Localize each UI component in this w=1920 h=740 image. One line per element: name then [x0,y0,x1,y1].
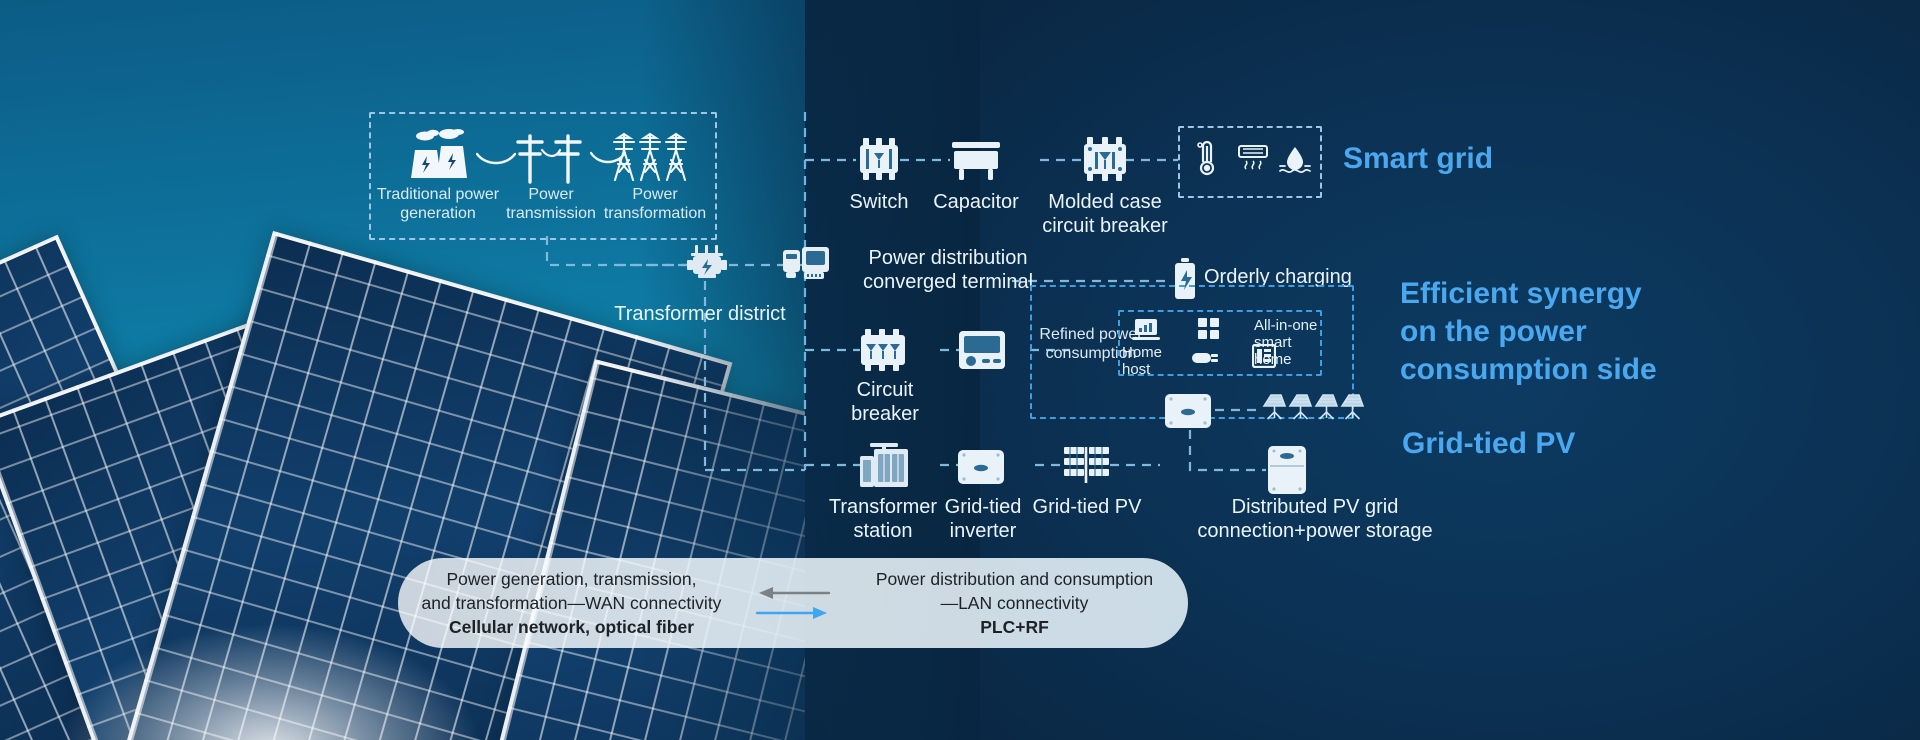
smart-grid-heading: Smart grid [1343,142,1494,175]
converged-terminal-label: Power distribution converged terminal [862,247,1034,293]
wan-item-label-0: Traditional power generation [376,186,500,222]
pv-module-icon [1063,445,1111,487]
circuit-breaker-icon [858,328,908,372]
caption-right: Power distribution and consumption —LAN … [841,567,1188,639]
laptop-chart-icon [1132,318,1160,342]
caption-left-line2: and transformation—WAN connectivity [421,593,722,613]
consumption-heading: Efficient synergy on the power consumpti… [1400,277,1657,386]
power-storage-icon [1266,444,1308,496]
distributed-pv-label: Distributed PV grid connection+power sto… [1197,496,1433,542]
utility-pole-icon [516,130,586,184]
plug-icon [1192,350,1224,366]
caption-left: Power generation, transmission, and tran… [398,567,745,639]
air-sensor-icon [1236,144,1270,176]
home-host-label: Home host [1122,344,1163,378]
panel-display-icon [1252,344,1276,368]
caption-left-line1: Power generation, transmission, [446,569,697,589]
pv-array-icon [1260,392,1364,432]
pv-item-label-2: Grid-tied PV [1032,496,1142,518]
wan-item-label-2: Power transformation [603,186,707,222]
transformer-station-icon [858,442,910,488]
caption-left-bold: Cellular network, optical fiber [448,617,695,637]
inverter-icon [1163,392,1213,430]
circuit-breaker-label: Circuit breaker [851,379,919,425]
diagram-canvas: Traditional power generation Power trans… [0,0,1920,740]
converged-terminal-icon [782,246,830,284]
caption-right-bold: PLC+RF [980,617,1049,637]
smart-meter-icon [958,330,1006,370]
caption-right-line1: Power distribution and consumption [875,569,1154,589]
transmission-tower-icon [612,128,690,184]
power-plant-icon [405,128,469,182]
switch-icon [857,136,901,182]
humidity-sensor-icon [1278,144,1312,176]
tiles-grid-icon [1198,318,1220,340]
temperature-sensor-icon [1194,140,1220,178]
caption-bar: Power generation, transmission, and tran… [398,558,1188,648]
transformer-district-label: Transformer district [614,303,786,325]
smart-grid-item-label-1: Capacitor [933,191,1019,213]
molded-case-circuit-breaker-icon [1082,136,1128,182]
caption-right-line2: —LAN connectivity [940,593,1089,613]
grid-tied-pv-heading: Grid-tied PV [1402,427,1576,460]
smart-grid-item-label-2: Molded case circuit breaker [1042,191,1168,237]
caption-arrows [745,582,841,624]
transformer-icon [686,243,728,285]
capacitor-icon [950,140,1002,182]
pv-item-label-1: Grid-tied inverter [944,496,1022,542]
wave-connector-icon [476,150,516,166]
inverter-icon [956,448,1006,486]
left-arrow-icon [755,587,831,619]
wan-item-label-1: Power transmission [506,186,596,222]
